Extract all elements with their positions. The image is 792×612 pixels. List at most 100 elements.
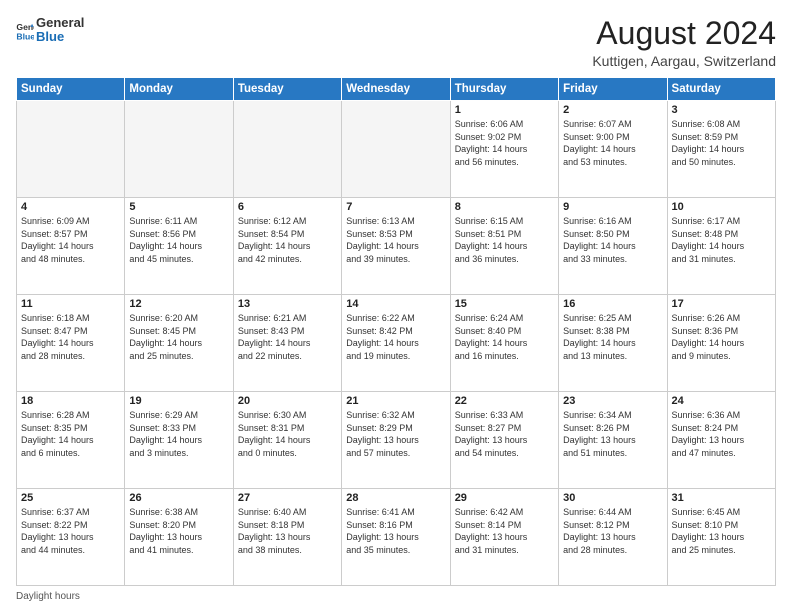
day-info: Sunrise: 6:36 AM Sunset: 8:24 PM Dayligh… [672,409,771,459]
day-info: Sunrise: 6:33 AM Sunset: 8:27 PM Dayligh… [455,409,554,459]
day-info: Sunrise: 6:22 AM Sunset: 8:42 PM Dayligh… [346,312,445,362]
day-number: 19 [129,395,228,407]
day-number: 17 [672,298,771,310]
day-number: 31 [672,492,771,504]
day-number: 15 [455,298,554,310]
footer-note: Daylight hours [16,591,776,602]
day-info: Sunrise: 6:15 AM Sunset: 8:51 PM Dayligh… [455,215,554,265]
day-number: 6 [238,201,337,213]
day-info: Sunrise: 6:16 AM Sunset: 8:50 PM Dayligh… [563,215,662,265]
day-number: 10 [672,201,771,213]
day-number: 30 [563,492,662,504]
calendar-cell: 28Sunrise: 6:41 AM Sunset: 8:16 PM Dayli… [342,489,450,586]
calendar-cell [342,101,450,198]
day-number: 13 [238,298,337,310]
day-number: 5 [129,201,228,213]
calendar-cell: 23 Sunrise: 6:34 AM Sunset: 8:26 PM Dayli… [559,392,667,489]
day-info: Sunrise: 6:37 AM Sunset: 8:22 PM Dayligh… [21,506,120,556]
calendar-cell: 2Sunrise: 6:07 AM Sunset: 9:00 PM Daylig… [559,101,667,198]
calendar-cell: 10 Sunrise: 6:17 AM Sunset: 8:48 PM Dayli… [667,198,775,295]
day-number: 21 [346,395,445,407]
day-info: Sunrise: 6:45 AM Sunset: 8:10 PM Dayligh… [672,506,771,556]
col-header-thursday: Thursday [450,78,558,101]
calendar-cell: 9 Sunrise: 6:16 AM Sunset: 8:50 PM Daylig… [559,198,667,295]
calendar-cell: 8 Sunrise: 6:15 AM Sunset: 8:51 PM Daylig… [450,198,558,295]
svg-text:Blue: Blue [16,32,34,42]
calendar-cell: 16 Sunrise: 6:25 AM Sunset: 8:38 PM Dayli… [559,295,667,392]
day-number: 14 [346,298,445,310]
logo-line2: Blue [36,30,84,44]
calendar-week-row: 4Sunrise: 6:09 AM Sunset: 8:57 PM Daylig… [17,198,776,295]
col-header-saturday: Saturday [667,78,775,101]
calendar-cell: 6 Sunrise: 6:12 AM Sunset: 8:54 PM Daylig… [233,198,341,295]
calendar-cell: 5 Sunrise: 6:11 AM Sunset: 8:56 PM Daylig… [125,198,233,295]
calendar-cell: 13Sunrise: 6:21 AM Sunset: 8:43 PM Dayli… [233,295,341,392]
day-info: Sunrise: 6:32 AM Sunset: 8:29 PM Dayligh… [346,409,445,459]
day-number: 3 [672,104,771,116]
calendar-header-row: SundayMondayTuesdayWednesdayThursdayFrid… [17,78,776,101]
calendar-cell: 11Sunrise: 6:18 AM Sunset: 8:47 PM Dayli… [17,295,125,392]
calendar-cell: 14 Sunrise: 6:22 AM Sunset: 8:42 PM Dayli… [342,295,450,392]
day-info: Sunrise: 6:25 AM Sunset: 8:38 PM Dayligh… [563,312,662,362]
calendar-cell [125,101,233,198]
calendar-cell: 31 Sunrise: 6:45 AM Sunset: 8:10 PM Dayli… [667,489,775,586]
calendar-cell [233,101,341,198]
day-number: 22 [455,395,554,407]
day-number: 23 [563,395,662,407]
day-number: 8 [455,201,554,213]
calendar-cell: 12 Sunrise: 6:20 AM Sunset: 8:45 PM Dayli… [125,295,233,392]
col-header-wednesday: Wednesday [342,78,450,101]
day-info: Sunrise: 6:12 AM Sunset: 8:54 PM Dayligh… [238,215,337,265]
logo-icon: General Blue [16,19,34,41]
day-number: 24 [672,395,771,407]
calendar-cell: 3 Sunrise: 6:08 AM Sunset: 8:59 PM Daylig… [667,101,775,198]
day-info: Sunrise: 6:26 AM Sunset: 8:36 PM Dayligh… [672,312,771,362]
day-info: Sunrise: 6:06 AM Sunset: 9:02 PM Dayligh… [455,118,554,168]
day-number: 26 [129,492,228,504]
title-block: August 2024 Kuttigen, Aargau, Switzerlan… [592,16,776,69]
calendar-cell: 1Sunrise: 6:06 AM Sunset: 9:02 PM Daylig… [450,101,558,198]
col-header-sunday: Sunday [17,78,125,101]
calendar-cell: 20Sunrise: 6:30 AM Sunset: 8:31 PM Dayli… [233,392,341,489]
day-number: 4 [21,201,120,213]
calendar-cell: 29 Sunrise: 6:42 AM Sunset: 8:14 PM Dayli… [450,489,558,586]
day-info: Sunrise: 6:44 AM Sunset: 8:12 PM Dayligh… [563,506,662,556]
day-number: 2 [563,104,662,116]
day-info: Sunrise: 6:13 AM Sunset: 8:53 PM Dayligh… [346,215,445,265]
calendar-cell: 25Sunrise: 6:37 AM Sunset: 8:22 PM Dayli… [17,489,125,586]
calendar-cell: 17 Sunrise: 6:26 AM Sunset: 8:36 PM Dayli… [667,295,775,392]
day-info: Sunrise: 6:17 AM Sunset: 8:48 PM Dayligh… [672,215,771,265]
day-number: 12 [129,298,228,310]
col-header-friday: Friday [559,78,667,101]
calendar-week-row: 11Sunrise: 6:18 AM Sunset: 8:47 PM Dayli… [17,295,776,392]
svg-text:General: General [16,22,34,32]
calendar-cell [17,101,125,198]
day-info: Sunrise: 6:28 AM Sunset: 8:35 PM Dayligh… [21,409,120,459]
header: General Blue General Blue August 2024 Ku… [16,16,776,69]
calendar-cell: 19Sunrise: 6:29 AM Sunset: 8:33 PM Dayli… [125,392,233,489]
day-number: 16 [563,298,662,310]
calendar-cell: 21 Sunrise: 6:32 AM Sunset: 8:29 PM Dayli… [342,392,450,489]
day-number: 7 [346,201,445,213]
day-info: Sunrise: 6:20 AM Sunset: 8:45 PM Dayligh… [129,312,228,362]
day-number: 29 [455,492,554,504]
main-title: August 2024 [592,16,776,51]
day-number: 27 [238,492,337,504]
page: General Blue General Blue August 2024 Ku… [0,0,792,612]
calendar-cell: 22 Sunrise: 6:33 AM Sunset: 8:27 PM Dayli… [450,392,558,489]
day-info: Sunrise: 6:08 AM Sunset: 8:59 PM Dayligh… [672,118,771,168]
calendar-cell: 18Sunrise: 6:28 AM Sunset: 8:35 PM Dayli… [17,392,125,489]
calendar-week-row: 25Sunrise: 6:37 AM Sunset: 8:22 PM Dayli… [17,489,776,586]
day-info: Sunrise: 6:34 AM Sunset: 8:26 PM Dayligh… [563,409,662,459]
day-info: Sunrise: 6:38 AM Sunset: 8:20 PM Dayligh… [129,506,228,556]
day-info: Sunrise: 6:42 AM Sunset: 8:14 PM Dayligh… [455,506,554,556]
day-info: Sunrise: 6:11 AM Sunset: 8:56 PM Dayligh… [129,215,228,265]
col-header-monday: Monday [125,78,233,101]
day-number: 20 [238,395,337,407]
day-info: Sunrise: 6:41 AM Sunset: 8:16 PM Dayligh… [346,506,445,556]
day-number: 9 [563,201,662,213]
day-info: Sunrise: 6:24 AM Sunset: 8:40 PM Dayligh… [455,312,554,362]
calendar-cell: 15 Sunrise: 6:24 AM Sunset: 8:40 PM Dayli… [450,295,558,392]
calendar-cell: 30 Sunrise: 6:44 AM Sunset: 8:12 PM Dayli… [559,489,667,586]
col-header-tuesday: Tuesday [233,78,341,101]
